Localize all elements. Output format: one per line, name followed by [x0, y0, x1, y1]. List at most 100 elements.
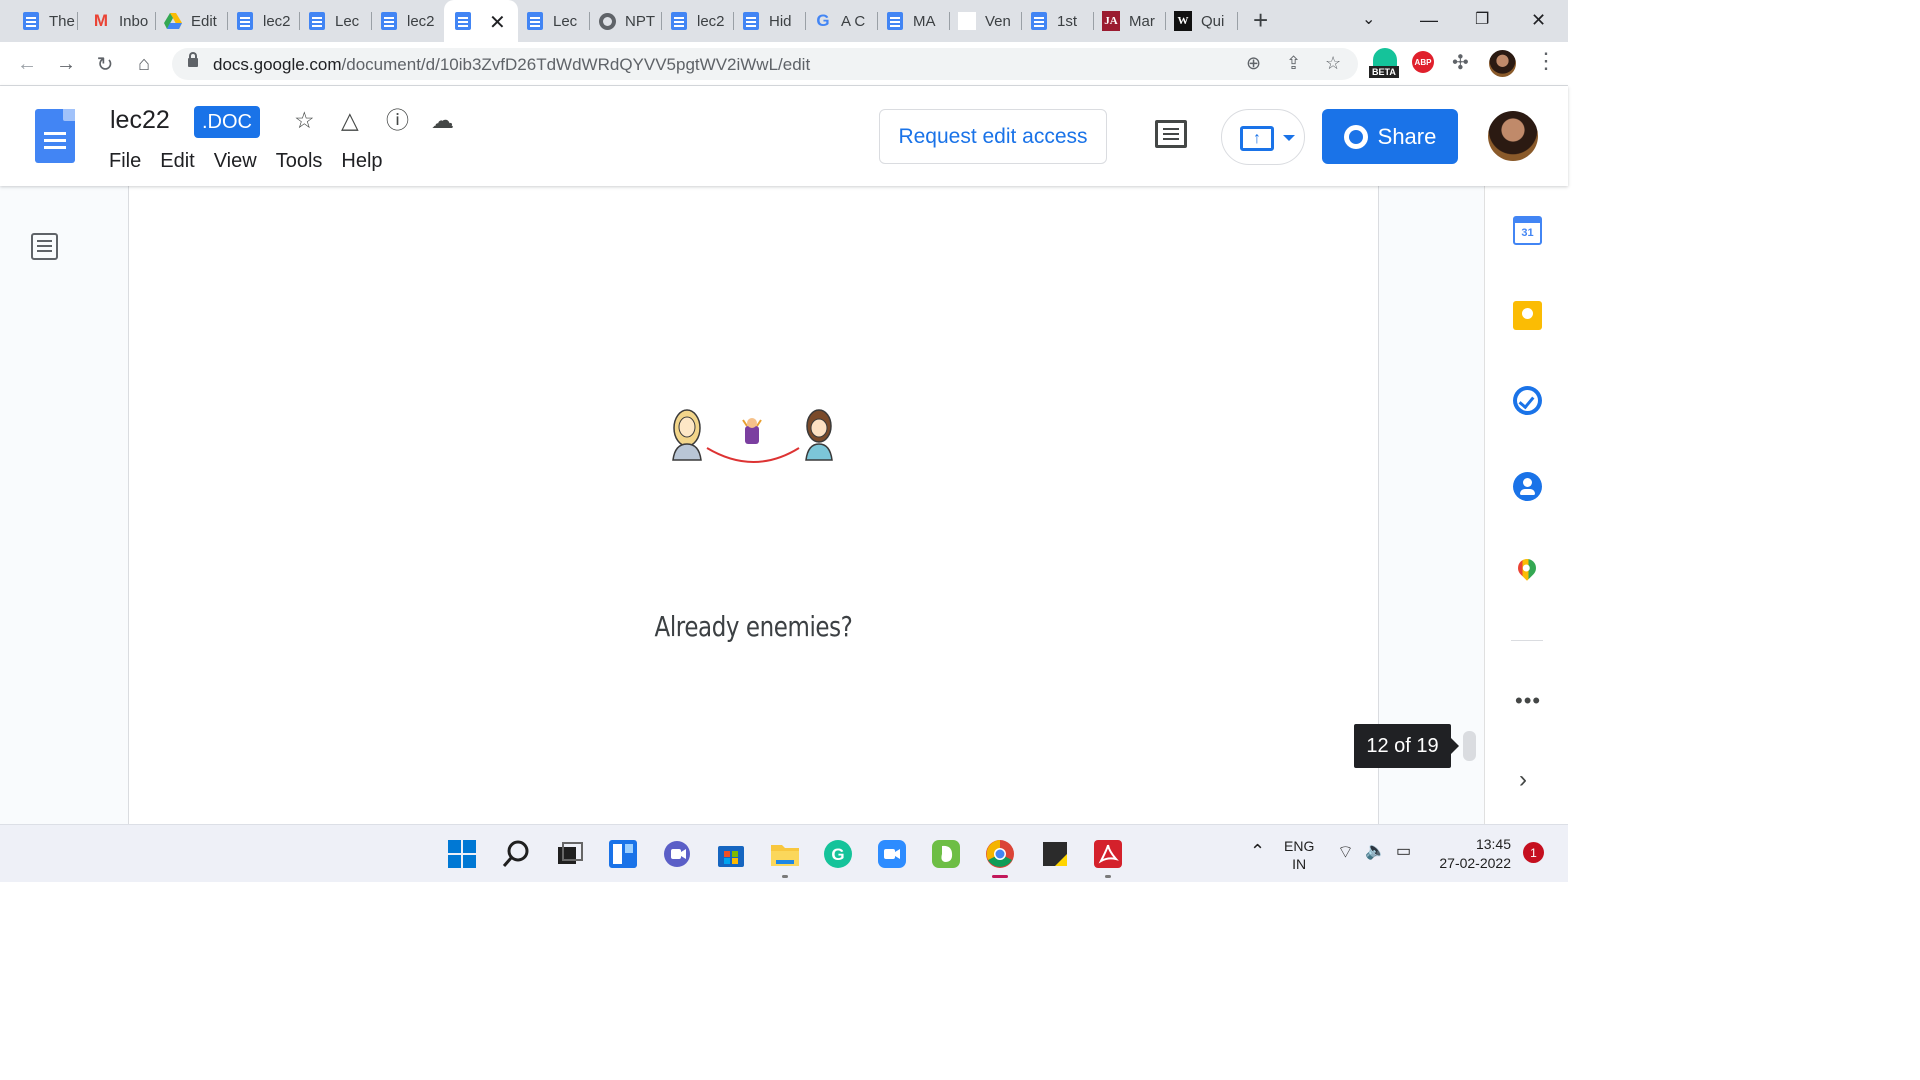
- browser-menu-icon[interactable]: ⋮: [1535, 48, 1557, 74]
- battery-icon[interactable]: ▭: [1396, 841, 1411, 861]
- brunette-person-figure: [805, 409, 833, 461]
- gmail-icon: M: [93, 11, 109, 30]
- more-addons-icon[interactable]: •••: [1515, 690, 1541, 712]
- task-view-icon[interactable]: [555, 839, 585, 869]
- browser-tab[interactable]: Lec: [518, 6, 590, 36]
- browser-tab[interactable]: 1st: [1022, 6, 1094, 36]
- restore-icon[interactable]: ❐: [1475, 6, 1489, 34]
- google-docs-icon: [454, 12, 472, 30]
- back-arrow-icon[interactable]: ←: [13, 50, 41, 78]
- adblock-plus-icon[interactable]: ABP: [1412, 51, 1434, 73]
- share-label: Share: [1377, 123, 1437, 149]
- clock[interactable]: 13:45 27-02-2022: [1430, 835, 1511, 873]
- comment-history-icon[interactable]: [1155, 120, 1187, 148]
- info-icon[interactable]: ⓘ: [386, 106, 409, 134]
- browser-tab-active[interactable]: [444, 0, 518, 42]
- browser-tab[interactable]: Edit: [156, 6, 228, 36]
- google-keep-icon[interactable]: [1513, 301, 1542, 330]
- star-icon[interactable]: ☆: [294, 106, 315, 134]
- share-page-icon[interactable]: ⇪: [1286, 53, 1301, 74]
- browser-tab[interactable]: Ven: [950, 6, 1022, 36]
- browser-tab[interactable]: MA: [878, 6, 950, 36]
- browser-tab[interactable]: W Qui: [1166, 6, 1238, 36]
- google-contacts-icon[interactable]: [1513, 472, 1542, 501]
- tab-search-chevron-icon[interactable]: ⌄: [1362, 6, 1375, 34]
- show-hidden-icons-chevron-icon[interactable]: ⌃: [1250, 841, 1265, 862]
- search-icon[interactable]: [501, 839, 531, 869]
- google-tasks-icon[interactable]: [1513, 386, 1542, 415]
- menu-file[interactable]: File: [109, 150, 141, 173]
- running-indicator: [782, 875, 788, 878]
- teams-chat-icon[interactable]: [662, 839, 692, 869]
- zoom-icon[interactable]: [877, 839, 907, 869]
- account-avatar[interactable]: [1488, 111, 1538, 161]
- browser-tab[interactable]: The: [12, 6, 78, 36]
- new-tab-plus-icon[interactable]: +: [1253, 6, 1268, 34]
- wifi-icon[interactable]: ⌔: [1337, 841, 1354, 864]
- menu-edit[interactable]: Edit: [160, 150, 194, 173]
- google-maps-icon[interactable]: [1514, 555, 1540, 581]
- move-to-drive-icon[interactable]: △: [341, 106, 359, 134]
- document-page[interactable]: Already enemies?: [128, 186, 1379, 824]
- bookmark-star-icon[interactable]: ☆: [1325, 53, 1341, 74]
- docs-header: lec22 .DOC ☆ △ ⓘ ☁ File Edit View Tools …: [0, 86, 1568, 186]
- grammarly-beta-extension-icon[interactable]: BETA: [1369, 48, 1401, 80]
- lock-icon[interactable]: [188, 52, 198, 67]
- sticky-notes-icon[interactable]: [1040, 839, 1070, 869]
- side-panel-divider: [1511, 640, 1543, 641]
- extensions-puzzle-icon[interactable]: ✣: [1452, 50, 1469, 75]
- cloud-saved-icon[interactable]: ☁: [431, 106, 454, 134]
- browser-tab[interactable]: lec2: [662, 6, 734, 36]
- profile-avatar[interactable]: [1489, 50, 1516, 77]
- notification-badge[interactable]: 1: [1523, 842, 1544, 863]
- share-button[interactable]: Share: [1322, 109, 1458, 164]
- file-explorer-icon[interactable]: [770, 839, 800, 869]
- document-outline-icon[interactable]: [31, 233, 58, 260]
- reload-icon[interactable]: ↻: [91, 50, 119, 78]
- evernote-icon[interactable]: [931, 839, 961, 869]
- connecting-arc: [706, 447, 800, 463]
- volume-icon[interactable]: 🔈: [1365, 841, 1386, 861]
- browser-tab[interactable]: lec2: [228, 6, 300, 36]
- side-panel: 31 ••• ›: [1484, 186, 1568, 824]
- tab-close-icon[interactable]: ✕: [489, 10, 506, 35]
- chevron-right-icon[interactable]: ›: [1519, 766, 1527, 794]
- chrome-icon[interactable]: [985, 839, 1015, 869]
- close-window-icon[interactable]: ✕: [1531, 6, 1546, 34]
- document-canvas: Already enemies? 12 of 19: [0, 186, 1484, 824]
- zoom-icon[interactable]: ⊕: [1246, 53, 1261, 74]
- request-edit-access-button[interactable]: Request edit access: [879, 109, 1107, 164]
- address-bar[interactable]: docs.google.com/document/d/10ib3ZvfD26Td…: [172, 48, 1358, 80]
- browser-tab[interactable]: NPT: [590, 6, 662, 36]
- google-docs-logo-icon[interactable]: [35, 109, 75, 163]
- widgets-icon[interactable]: [608, 839, 638, 869]
- menu-tools[interactable]: Tools: [276, 150, 323, 173]
- forward-arrow-icon[interactable]: →: [52, 50, 80, 78]
- url-text[interactable]: docs.google.com/document/d/10ib3ZvfD26Td…: [213, 55, 810, 75]
- tab-label: Qui: [1201, 12, 1225, 30]
- present-button[interactable]: ↑: [1221, 109, 1305, 165]
- home-icon[interactable]: ⌂: [130, 50, 158, 78]
- browser-tab[interactable]: lec2: [372, 6, 444, 36]
- tab-label: lec2: [697, 12, 725, 30]
- browser-tab[interactable]: JA Mar: [1094, 6, 1166, 36]
- acrobat-icon[interactable]: [1093, 839, 1123, 869]
- tab-label: The: [49, 12, 75, 30]
- browser-tab[interactable]: Hid: [734, 6, 806, 36]
- chevron-down-icon: [1283, 135, 1295, 141]
- windows-start-icon[interactable]: [447, 839, 477, 869]
- minimize-icon[interactable]: —: [1420, 6, 1438, 34]
- browser-tab[interactable]: Lec: [300, 6, 372, 36]
- google-calendar-icon[interactable]: 31: [1513, 216, 1542, 245]
- tab-label: Lec: [553, 12, 578, 30]
- menu-view[interactable]: View: [214, 150, 257, 173]
- grammarly-icon[interactable]: G: [823, 839, 853, 869]
- tab-label: lec2: [263, 12, 291, 30]
- document-title[interactable]: lec22: [110, 106, 170, 135]
- scrollbar-thumb[interactable]: [1463, 731, 1476, 761]
- language-indicator[interactable]: ENG IN: [1284, 837, 1314, 873]
- browser-tab[interactable]: M Inbo: [84, 6, 156, 36]
- microsoft-store-icon[interactable]: [716, 839, 746, 869]
- browser-tab[interactable]: G A C: [806, 6, 878, 36]
- menu-help[interactable]: Help: [341, 150, 382, 173]
